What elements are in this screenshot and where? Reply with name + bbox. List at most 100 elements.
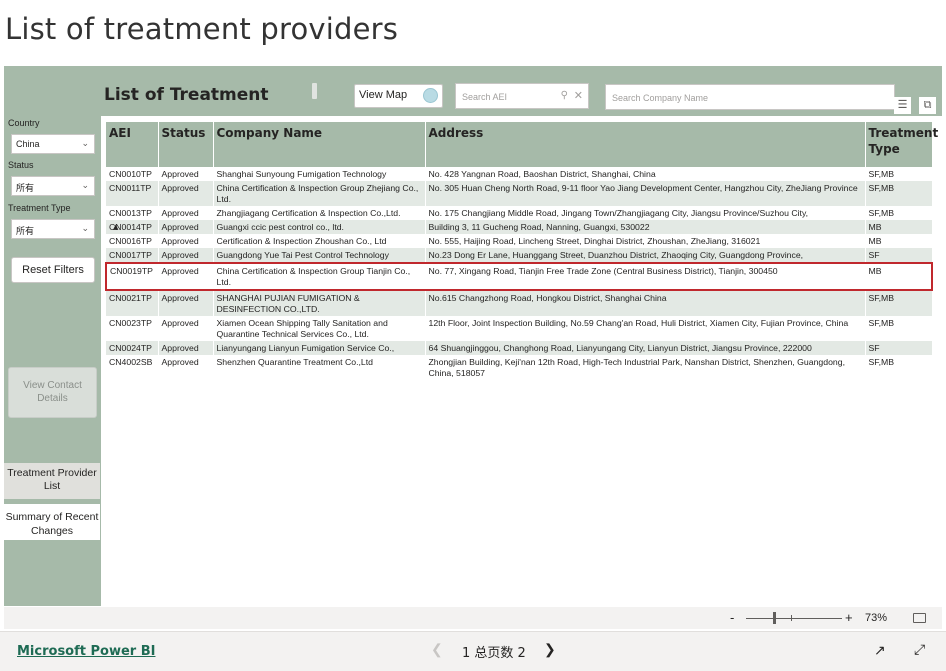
cell-status: Approved	[158, 167, 214, 181]
cell-aei: CN0024TP	[106, 341, 159, 355]
filter-icon[interactable]: ☰	[894, 97, 911, 114]
cell-aei: CN0017TP	[106, 248, 159, 263]
cell-aei: CN0010TP	[106, 167, 159, 181]
page-indicator: 1 总页数 2	[462, 646, 526, 661]
view-map-button[interactable]: View Map	[354, 84, 443, 108]
page-title: List of treatment providers	[5, 12, 399, 46]
cell-address: No. 555, Haijing Road, Lincheng Street, …	[425, 234, 866, 248]
table-visual: List of Treatment View Map Search AEI ⚲ …	[101, 66, 942, 606]
cell-address: No. 175 Changjiang Middle Road, Jingang …	[425, 206, 866, 220]
cell-status: Approved	[158, 290, 214, 316]
drag-handle[interactable]	[312, 83, 317, 99]
cell-company: Guangxi ccic pest control co., ltd.	[213, 220, 426, 234]
cell-treatment-type: MB	[865, 262, 933, 291]
table-row[interactable]: CN0014TP Approved Guangxi ccic pest contro…	[106, 220, 933, 234]
cell-address: 64 Shuangjinggou, Changhong Road, Lianyu…	[425, 341, 866, 355]
cell-company: Shenzhen Quarantine Treatment Co.,Ltd	[213, 355, 426, 380]
zoom-in-button[interactable]: +	[845, 610, 853, 625]
cell-treatment-type: SF,MB	[865, 290, 933, 316]
cell-treatment-type: SF,MB	[865, 181, 933, 206]
column-header-treatment-type[interactable]: Treatment Type	[865, 122, 938, 167]
table-row[interactable]: CN0021TP Approved SHANGHAI PUJIAN FUMIGATI…	[106, 290, 933, 316]
cell-status: Approved	[158, 316, 214, 341]
cell-aei: CN0013TP	[106, 206, 159, 220]
zoom-slider-midmark	[791, 615, 792, 621]
cell-status: Approved	[158, 181, 214, 206]
clear-icon[interactable]: ✕	[574, 89, 583, 102]
cell-address: Building 3, 11 Gucheng Road, Nanning, Gu…	[425, 220, 866, 234]
cell-company: China Certification & Inspection Group T…	[213, 262, 426, 291]
footer: Microsoft Power BI ❮ 1 总页数 2 ❯ ↗ ⤢	[0, 631, 946, 671]
cell-company: Zhangjiagang Certification & Inspection …	[213, 206, 426, 220]
country-dropdown-value: China	[16, 139, 40, 149]
cell-treatment-type: MB	[865, 220, 933, 234]
search-company-input[interactable]: Search Company Name	[605, 84, 895, 110]
table-row[interactable]: CN0013TP Approved Zhangjiagang Certificati…	[106, 206, 933, 220]
cell-aei: CN0023TP	[106, 316, 159, 341]
zoom-slider-track[interactable]	[746, 618, 842, 619]
cell-status: Approved	[158, 206, 214, 220]
cell-status: Approved	[158, 234, 214, 248]
cell-address: 12th Floor, Joint Inspection Building, N…	[425, 316, 866, 341]
table-row[interactable]: CN0024TP Approved Lianyungang Lianyun Fumi…	[106, 341, 933, 355]
fullscreen-icon[interactable]: ⤢	[914, 641, 925, 658]
fit-to-page-icon[interactable]	[913, 613, 926, 623]
share-icon[interactable]: ↗	[874, 642, 886, 659]
chevron-left-icon[interactable]: ❮	[431, 641, 443, 658]
cell-treatment-type: MB	[865, 234, 933, 248]
cell-treatment-type: SF	[865, 248, 933, 263]
column-header-status[interactable]: Status	[158, 122, 214, 167]
cell-treatment-type: SF,MB	[865, 355, 933, 380]
column-header-company-name[interactable]: Company Name	[213, 122, 426, 167]
column-header-aei[interactable]: AEI ▲	[106, 122, 159, 231]
cell-company: Guangdong Yue Tai Pest Control Technolog…	[213, 248, 426, 263]
zoom-bar: - + 73%	[4, 607, 942, 629]
cell-company: China Certification & Inspection Group Z…	[213, 181, 426, 206]
table-row[interactable]: CN0023TP Approved Xiamen Ocean Shipping Ta…	[106, 316, 933, 341]
report-canvas: Country China ⌄ Status 所有 ⌄ Treatment Ty…	[4, 66, 942, 606]
nav-summary-of-recent-changes[interactable]: Summary of Recent Changes	[4, 504, 100, 540]
cell-treatment-type: SF,MB	[865, 316, 933, 341]
chevron-down-icon: ⌄	[81, 223, 89, 233]
cell-address: No. 305 Huan Cheng North Road, 9-11 floo…	[425, 181, 866, 206]
globe-icon	[423, 88, 438, 103]
country-filter-label: Country	[8, 118, 40, 128]
cell-treatment-type: SF	[865, 341, 933, 355]
cell-company: Xiamen Ocean Shipping Tally Sanitation a…	[213, 316, 426, 341]
cell-company: Shanghai Sunyoung Fumigation Technology	[213, 167, 426, 181]
nav-treatment-provider-list[interactable]: Treatment Provider List	[4, 463, 100, 499]
providers-table: AEI ▲ Status Company Name Address Treatme…	[105, 122, 938, 380]
cell-aei: CN0019TP	[105, 262, 159, 291]
chevron-right-icon[interactable]: ❯	[544, 641, 556, 658]
cell-aei: CN0011TP	[106, 181, 159, 206]
cell-address: Zhongjian Building, Keji'nan 12th Road, …	[425, 355, 866, 380]
treatment-type-filter-label: Treatment Type	[8, 203, 71, 213]
status-dropdown[interactable]: 所有 ⌄	[11, 176, 95, 196]
table-row[interactable]: CN4002SB Approved Shenzhen Quarantine Trea…	[106, 355, 933, 380]
focus-mode-icon[interactable]: ⧉	[919, 97, 936, 114]
treatment-type-dropdown[interactable]: 所有 ⌄	[11, 219, 95, 239]
table-row[interactable]: CN0019TP Approved China Certification & In…	[105, 262, 933, 291]
search-aei-input[interactable]: Search AEI ⚲ ✕	[455, 83, 589, 109]
sidebar: Country China ⌄ Status 所有 ⌄ Treatment Ty…	[4, 66, 100, 606]
cell-aei: CN4002SB	[106, 355, 159, 380]
search-aei-placeholder: Search AEI	[462, 92, 508, 102]
table-row[interactable]: CN0010TP Approved Shanghai Sunyoung Fumiga…	[106, 167, 933, 181]
sort-ascending-icon: ▲	[113, 223, 119, 231]
cell-status: Approved	[158, 262, 214, 291]
column-header-address[interactable]: Address	[425, 122, 866, 167]
cell-company: Lianyungang Lianyun Fumigation Service C…	[213, 341, 426, 355]
table-row[interactable]: CN0016TP Approved Certification & Inspecti…	[106, 234, 933, 248]
power-bi-link[interactable]: Microsoft Power BI	[17, 644, 155, 659]
cell-address: No. 428 Yangnan Road, Baoshan District, …	[425, 167, 866, 181]
reset-filters-button[interactable]: Reset Filters	[11, 257, 95, 283]
cell-company: SHANGHAI PUJIAN FUMIGATION & DESINFECTIO…	[213, 290, 426, 316]
search-icon: ⚲	[560, 90, 568, 101]
table-row[interactable]: CN0011TP Approved China Certification & In…	[106, 181, 933, 206]
zoom-slider-thumb[interactable]	[773, 612, 776, 624]
table-row[interactable]: CN0017TP Approved Guangdong Yue Tai Pest C…	[106, 248, 933, 263]
country-dropdown[interactable]: China ⌄	[11, 134, 95, 154]
zoom-out-button[interactable]: -	[730, 610, 734, 625]
cell-aei: CN0021TP	[106, 290, 159, 316]
cell-address: No.615 Changzhong Road, Hongkou District…	[425, 290, 866, 316]
